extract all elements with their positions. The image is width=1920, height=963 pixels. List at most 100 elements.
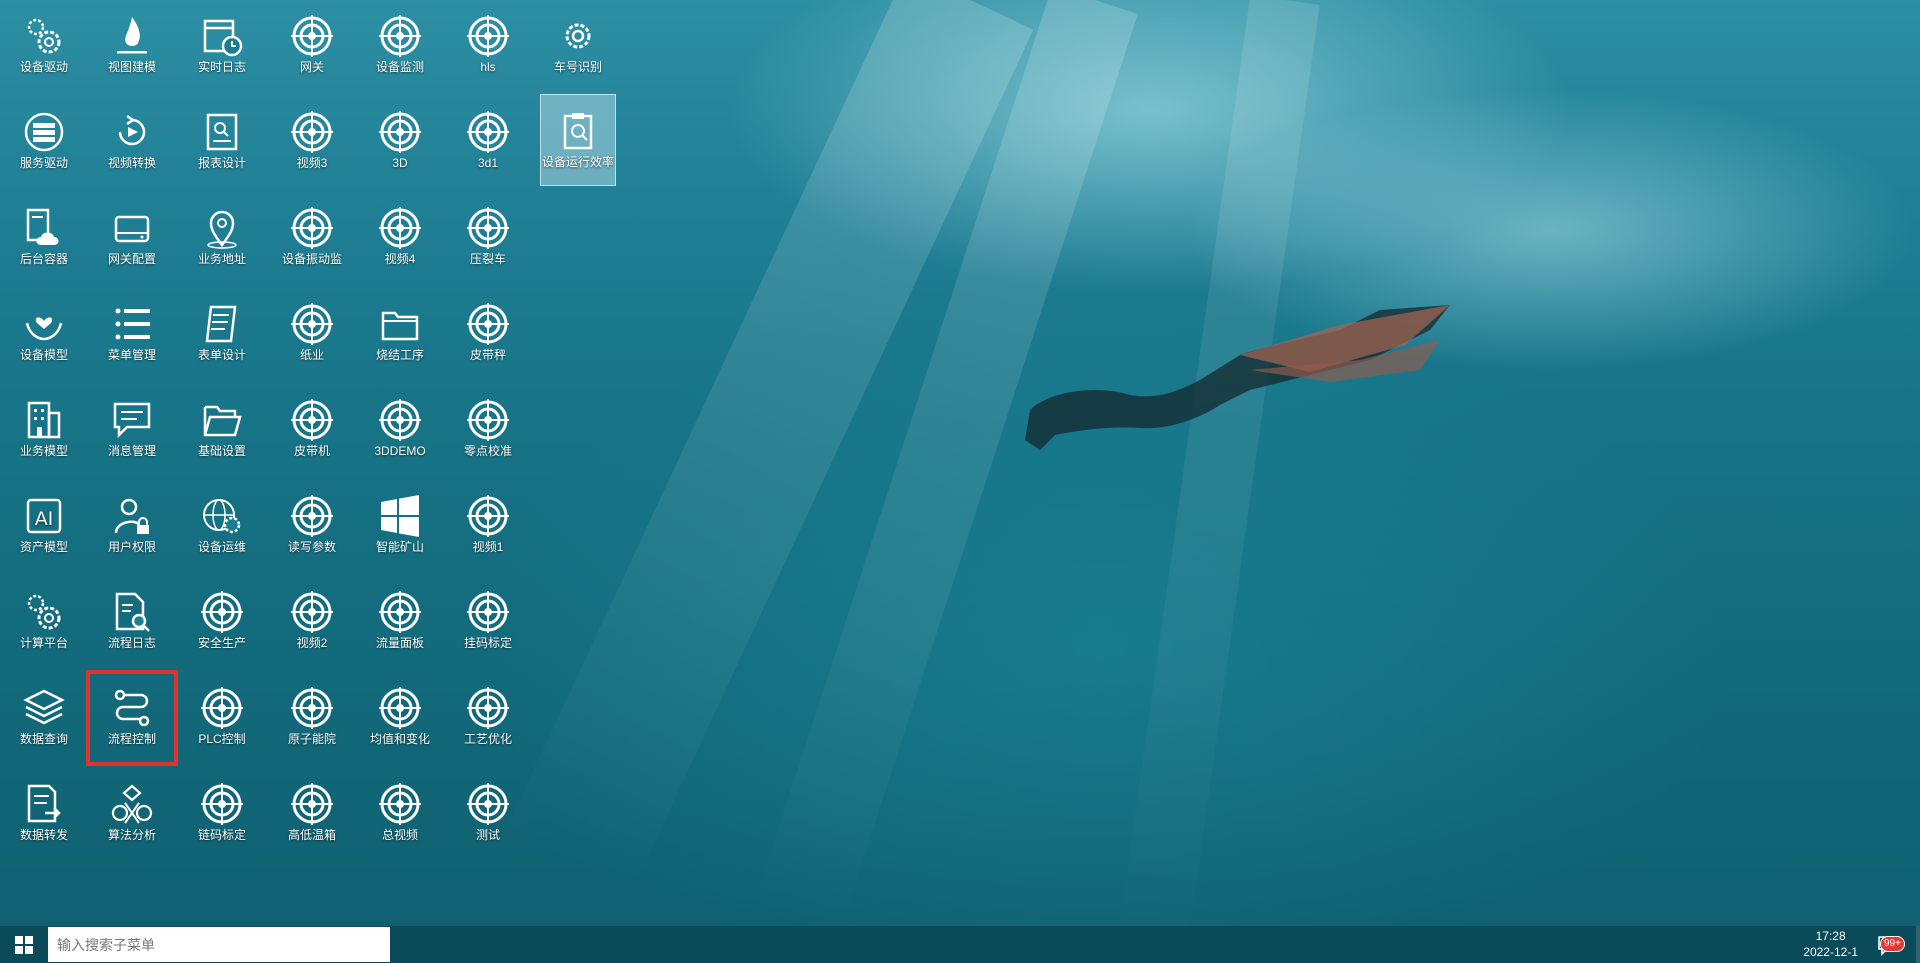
desktop-icon[interactable]: 设备模型 (0, 288, 88, 380)
desktop-icon-label: 读写参数 (287, 540, 336, 554)
desktop-icon[interactable]: 总视频 (356, 768, 444, 860)
desktop-icon-label: hls (480, 60, 496, 74)
desktop-icon[interactable]: 业务地址 (178, 192, 266, 284)
desktop-icon[interactable]: 菜单管理 (88, 288, 176, 380)
target-icon (379, 591, 421, 633)
desktop-icon[interactable]: 车号识别 (534, 0, 622, 92)
target-icon (467, 783, 509, 825)
desktop-icon[interactable]: 视频2 (268, 576, 356, 668)
start-button[interactable] (0, 926, 48, 963)
target-icon (379, 399, 421, 441)
desktop-icon[interactable]: 设备运维 (178, 480, 266, 572)
desktop-icon[interactable]: 视频1 (444, 480, 532, 572)
desktop-icon[interactable]: 后台容器 (0, 192, 88, 284)
clipboard-search-icon (563, 113, 593, 150)
desktop-icon-label: 菜单管理 (107, 348, 156, 362)
desktop-icon-label: 流程控制 (107, 732, 156, 746)
desktop-icon[interactable]: 高低温箱 (268, 768, 356, 860)
desktop-icon[interactable]: 3D (356, 96, 444, 188)
desktop-icon[interactable]: 测试 (444, 768, 532, 860)
target-icon (379, 207, 421, 249)
desktop-icon-label: 业务模型 (19, 444, 68, 458)
desktop-icon[interactable]: 视频转换 (88, 96, 176, 188)
desktop-icon[interactable]: 智能矿山 (356, 480, 444, 572)
desktop-icon[interactable]: 用户权限 (88, 480, 176, 572)
desktop-icon[interactable]: 视图建模 (88, 0, 176, 92)
desktop-icon[interactable]: 表单设计 (178, 288, 266, 380)
desktop-icon[interactable]: 流程控制 (86, 670, 178, 766)
folder-icon (381, 311, 419, 341)
target-icon (201, 783, 243, 825)
desktop-icon-label: 流程日志 (107, 636, 156, 650)
desktop-icon[interactable]: 零点校准 (444, 384, 532, 476)
desktop-icon[interactable]: 均值和变化 (356, 672, 444, 764)
desktop-icon-label: 3DDEMO (374, 444, 426, 458)
target-icon (379, 783, 421, 825)
desktop-icon[interactable]: 烧结工序 (356, 288, 444, 380)
desktop-icon[interactable]: 视频4 (356, 192, 444, 284)
desktop-icon[interactable]: 压裂车 (444, 192, 532, 284)
desktop-icon[interactable]: 挂码标定 (444, 576, 532, 668)
desktop-icon[interactable]: 皮带秤 (444, 288, 532, 380)
desktop-icon[interactable]: 算法分析 (88, 768, 176, 860)
target-icon (379, 111, 421, 153)
time-label: 17:28 (1815, 929, 1846, 943)
desktop-icon[interactable]: AI 资产模型 (0, 480, 88, 572)
desktop-icon[interactable]: 安全生产 (178, 576, 266, 668)
report-icon (206, 113, 238, 151)
desktop-icon-label: 零点校准 (463, 444, 512, 458)
desktop-icon-label: 安全生产 (197, 636, 246, 650)
folder-open-icon (203, 405, 242, 437)
desktop-icon-label: 工艺优化 (463, 732, 512, 746)
desktop-icon[interactable]: hls (444, 0, 532, 92)
desktop-icon[interactable]: 工艺优化 (444, 672, 532, 764)
calendar-clock-icon (203, 19, 243, 57)
desktop-icon[interactable]: 设备驱动 (0, 0, 88, 92)
document-forward-icon (27, 784, 61, 823)
desktop-icon[interactable]: 皮带机 (268, 384, 356, 476)
desktop-icon[interactable]: 服务驱动 (0, 96, 88, 188)
target-icon (291, 591, 333, 633)
target-icon (467, 399, 509, 441)
show-desktop-strip[interactable] (1916, 926, 1920, 963)
hands-heart-icon (25, 317, 63, 341)
desktop-icon-label: 链码标定 (197, 828, 246, 842)
target-icon (291, 303, 333, 345)
desktop-icon-label: 3D (392, 156, 408, 170)
desktop-icon-label: 视频3 (296, 156, 328, 170)
desktop-icon[interactable]: 设备监测 (356, 0, 444, 92)
desktop-icon-label: 基础设置 (197, 444, 246, 458)
desktop-icon-label: 视频4 (384, 252, 416, 266)
desktop-icon[interactable]: 原子能院 (268, 672, 356, 764)
search-input[interactable] (48, 927, 390, 962)
desktop-icon[interactable]: PLC控制 (178, 672, 266, 764)
desktop-icon[interactable]: 3DDEMO (356, 384, 444, 476)
desktop-icon[interactable]: 流程日志 (88, 576, 176, 668)
target-icon (379, 15, 421, 57)
taskbar: 17:28 2022-12-1 99+ (0, 926, 1920, 963)
desktop-icon[interactable]: 实时日志 (178, 0, 266, 92)
desktop-icon[interactable]: 数据查询 (0, 672, 88, 764)
desktop-icon[interactable]: 基础设置 (178, 384, 266, 476)
target-icon (467, 207, 509, 249)
desktop-icon[interactable]: 网关配置 (88, 192, 176, 284)
desktop-icon[interactable]: 设备运行效率 (540, 94, 616, 186)
desktop-icon-label: 智能矿山 (375, 540, 424, 554)
desktop-icon[interactable]: 读写参数 (268, 480, 356, 572)
desktop-icon[interactable]: 纸业 (268, 288, 356, 380)
desktop-icon-label: 实时日志 (197, 60, 246, 74)
desktop-icon[interactable]: 设备振动监 (268, 192, 356, 284)
desktop-icon[interactable]: 业务模型 (0, 384, 88, 476)
desktop-icon[interactable]: 计算平台 (0, 576, 88, 668)
desktop-icon[interactable]: 链码标定 (178, 768, 266, 860)
desktop-icon[interactable]: 报表设计 (178, 96, 266, 188)
desktop-icon[interactable]: 3d1 (444, 96, 532, 188)
desktop-icon-label: 网关配置 (107, 252, 156, 266)
message-icon (113, 402, 151, 439)
desktop-icon[interactable]: 消息管理 (88, 384, 176, 476)
desktop-icon[interactable]: 视频3 (268, 96, 356, 188)
desktop-icon[interactable]: 流量面板 (356, 576, 444, 668)
notification-button[interactable]: 99+ (1876, 934, 1905, 956)
desktop-icon[interactable]: 网关 (268, 0, 356, 92)
desktop-icon[interactable]: 数据转发 (0, 768, 88, 860)
